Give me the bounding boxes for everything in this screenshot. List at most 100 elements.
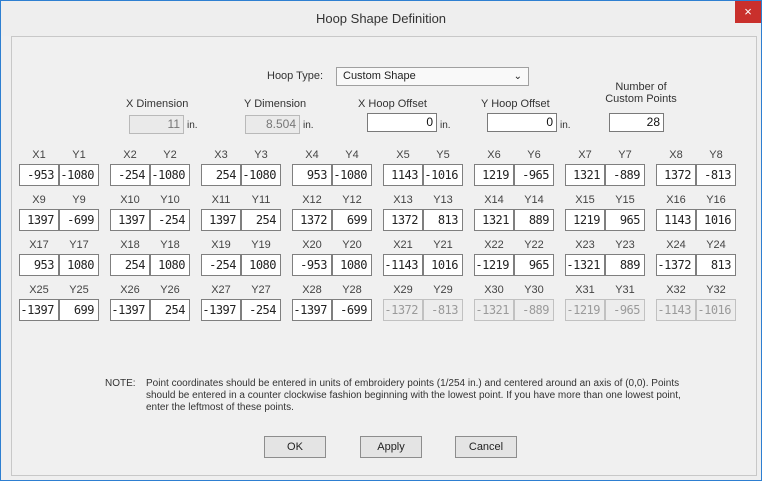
x7-input[interactable]: 1321	[565, 164, 605, 186]
y3-input[interactable]: -1080	[241, 164, 281, 186]
x23-input[interactable]: -1321	[565, 254, 605, 276]
x26-label: X26	[120, 284, 140, 296]
x20-label: X20	[302, 239, 322, 251]
x10-label: X10	[120, 194, 140, 206]
y31-input: -965	[605, 299, 645, 321]
y-offset-input[interactable]: 0	[487, 113, 557, 132]
y4-input[interactable]: -1080	[332, 164, 372, 186]
x15-input[interactable]: 1219	[565, 209, 605, 231]
hoop-type-label: Hoop Type:	[267, 70, 324, 82]
x27-input[interactable]: -1397	[201, 299, 241, 321]
y11-input[interactable]: 254	[241, 209, 281, 231]
y18-label: Y18	[160, 239, 180, 251]
custom-points-input[interactable]: 28	[609, 113, 664, 132]
y17-input[interactable]: 1080	[59, 254, 99, 276]
y-offset-label: Y Hoop Offset	[481, 98, 550, 110]
x14-label: X14	[484, 194, 504, 206]
y2-input[interactable]: -1080	[150, 164, 190, 186]
y30-label: Y30	[524, 284, 544, 296]
x2-label: X2	[123, 149, 137, 161]
x13-label: X13	[393, 194, 413, 206]
y13-input[interactable]: 813	[423, 209, 463, 231]
y25-label: Y25	[69, 284, 89, 296]
x20-input[interactable]: -953	[292, 254, 332, 276]
ok-button[interactable]: OK	[264, 436, 326, 458]
y16-input[interactable]: 1016	[696, 209, 736, 231]
y6-input[interactable]: -965	[514, 164, 554, 186]
x14-input[interactable]: 1321	[474, 209, 514, 231]
y23-label: Y23	[615, 239, 635, 251]
x18-input[interactable]: 254	[110, 254, 150, 276]
y7-input[interactable]: -889	[605, 164, 645, 186]
y23-input[interactable]: 889	[605, 254, 645, 276]
x11-input[interactable]: 1397	[201, 209, 241, 231]
y29-label: Y29	[433, 284, 453, 296]
y8-input[interactable]: -813	[696, 164, 736, 186]
y9-input[interactable]: -699	[59, 209, 99, 231]
x4-input[interactable]: 953	[292, 164, 332, 186]
y26-input[interactable]: 254	[150, 299, 190, 321]
y5-input[interactable]: -1016	[423, 164, 463, 186]
x28-input[interactable]: -1397	[292, 299, 332, 321]
y14-input[interactable]: 889	[514, 209, 554, 231]
x22-input[interactable]: -1219	[474, 254, 514, 276]
y19-input[interactable]: 1080	[241, 254, 281, 276]
close-icon: ×	[744, 4, 752, 19]
custom-points-label-1: Number of	[615, 81, 667, 93]
x2-input[interactable]: -254	[110, 164, 150, 186]
x13-input[interactable]: 1372	[383, 209, 423, 231]
x19-input[interactable]: -254	[201, 254, 241, 276]
y15-input[interactable]: 965	[605, 209, 645, 231]
y3-label: Y3	[254, 149, 268, 161]
y18-input[interactable]: 1080	[150, 254, 190, 276]
y17-label: Y17	[69, 239, 89, 251]
x12-input[interactable]: 1372	[292, 209, 332, 231]
y21-input[interactable]: 1016	[423, 254, 463, 276]
y27-label: Y27	[251, 284, 271, 296]
y11-label: Y11	[251, 194, 271, 206]
x6-input[interactable]: 1219	[474, 164, 514, 186]
y-offset-unit: in.	[560, 120, 571, 131]
x10-input[interactable]: 1397	[110, 209, 150, 231]
y12-label: Y12	[342, 194, 362, 206]
x1-input[interactable]: -953	[19, 164, 59, 186]
x25-label: X25	[29, 284, 49, 296]
y27-input[interactable]: -254	[241, 299, 281, 321]
x-offset-input[interactable]: 0	[367, 113, 437, 132]
x21-input[interactable]: -1143	[383, 254, 423, 276]
x17-input[interactable]: 953	[19, 254, 59, 276]
x26-input[interactable]: -1397	[110, 299, 150, 321]
x5-input[interactable]: 1143	[383, 164, 423, 186]
y-dimension-label: Y Dimension	[244, 98, 307, 110]
dialog-body: Hoop Type: Custom Shape ⌄ Number of Cust…	[11, 36, 757, 476]
x9-input[interactable]: 1397	[19, 209, 59, 231]
y20-input[interactable]: 1080	[332, 254, 372, 276]
y26-label: Y26	[160, 284, 180, 296]
x1-label: X1	[32, 149, 46, 161]
x16-input[interactable]: 1143	[656, 209, 696, 231]
custom-points-label-2: Custom Points	[605, 93, 677, 105]
hoop-type-select[interactable]: Custom Shape ⌄	[336, 67, 529, 86]
x5-label: X5	[396, 149, 410, 161]
cancel-button[interactable]: Cancel	[455, 436, 517, 458]
close-button[interactable]: ×	[735, 1, 761, 23]
x9-label: X9	[32, 194, 46, 206]
x3-input[interactable]: 254	[201, 164, 241, 186]
y10-input[interactable]: -254	[150, 209, 190, 231]
x8-input[interactable]: 1372	[656, 164, 696, 186]
y10-label: Y10	[160, 194, 180, 206]
x25-input[interactable]: -1397	[19, 299, 59, 321]
y12-input[interactable]: 699	[332, 209, 372, 231]
y24-input[interactable]: 813	[696, 254, 736, 276]
note-text: Point coordinates should be entered in u…	[146, 378, 681, 413]
apply-button[interactable]: Apply	[360, 436, 422, 458]
y22-input[interactable]: 965	[514, 254, 554, 276]
y25-input[interactable]: 699	[59, 299, 99, 321]
y28-input[interactable]: -699	[332, 299, 372, 321]
x24-input[interactable]: -1372	[656, 254, 696, 276]
title-bar: Hoop Shape Definition ×	[1, 1, 761, 36]
y31-label: Y31	[615, 284, 635, 296]
x-dimension-unit: in.	[187, 120, 198, 131]
y1-input[interactable]: -1080	[59, 164, 99, 186]
hoop-type-value: Custom Shape	[343, 70, 416, 82]
